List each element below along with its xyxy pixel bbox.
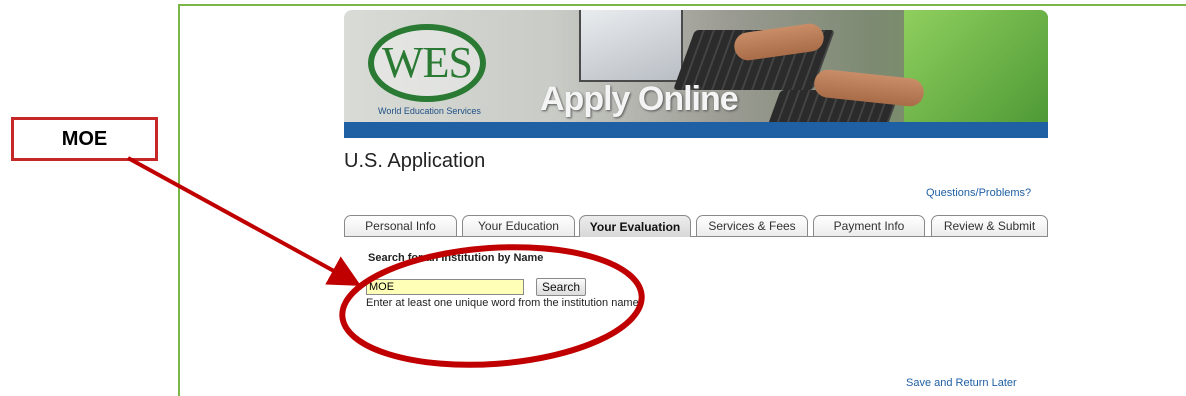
tab-review-submit[interactable]: Review & Submit	[931, 215, 1048, 236]
save-and-return-later-link[interactable]: Save and Return Later	[906, 377, 1017, 389]
tab-services-fees[interactable]: Services & Fees	[696, 215, 808, 236]
banner-blue-strip	[344, 122, 1048, 138]
wes-banner: WES World Education Services Apply Onlin…	[344, 10, 1048, 138]
tab-your-education[interactable]: Your Education	[462, 215, 575, 236]
person-shirt-image	[904, 10, 1048, 122]
browser-frame-left	[178, 4, 180, 396]
search-button[interactable]: Search	[536, 278, 586, 296]
screenshot-page: WES World Education Services Apply Onlin…	[0, 0, 1186, 396]
page-title: U.S. Application	[344, 150, 486, 172]
search-hint: Enter at least one unique word from the …	[366, 297, 642, 309]
annotation-arrow	[127, 156, 362, 286]
institution-search-heading: Search for an Institution by Name	[368, 252, 544, 264]
browser-frame-top	[178, 4, 1186, 6]
wes-logo[interactable]: WES	[368, 24, 486, 102]
tab-payment-info[interactable]: Payment Info	[813, 215, 925, 236]
wes-logo-subtitle: World Education Services	[378, 106, 481, 116]
tabs-baseline	[344, 236, 1048, 237]
questions-problems-link[interactable]: Questions/Problems?	[926, 187, 1031, 199]
tab-personal-info[interactable]: Personal Info	[344, 215, 457, 236]
institution-search-input[interactable]	[366, 279, 524, 295]
monitor-image	[579, 10, 683, 82]
application-tabs: Personal Info Your Education Your Evalua…	[344, 215, 1048, 237]
annotation-callout-box: MOE	[11, 117, 158, 161]
annotation-callout-label: MOE	[61, 127, 108, 150]
tab-your-evaluation[interactable]: Your Evaluation	[579, 215, 691, 237]
apply-online-tagline: Apply Online	[540, 80, 739, 118]
wes-logo-text: WES	[382, 38, 473, 87]
